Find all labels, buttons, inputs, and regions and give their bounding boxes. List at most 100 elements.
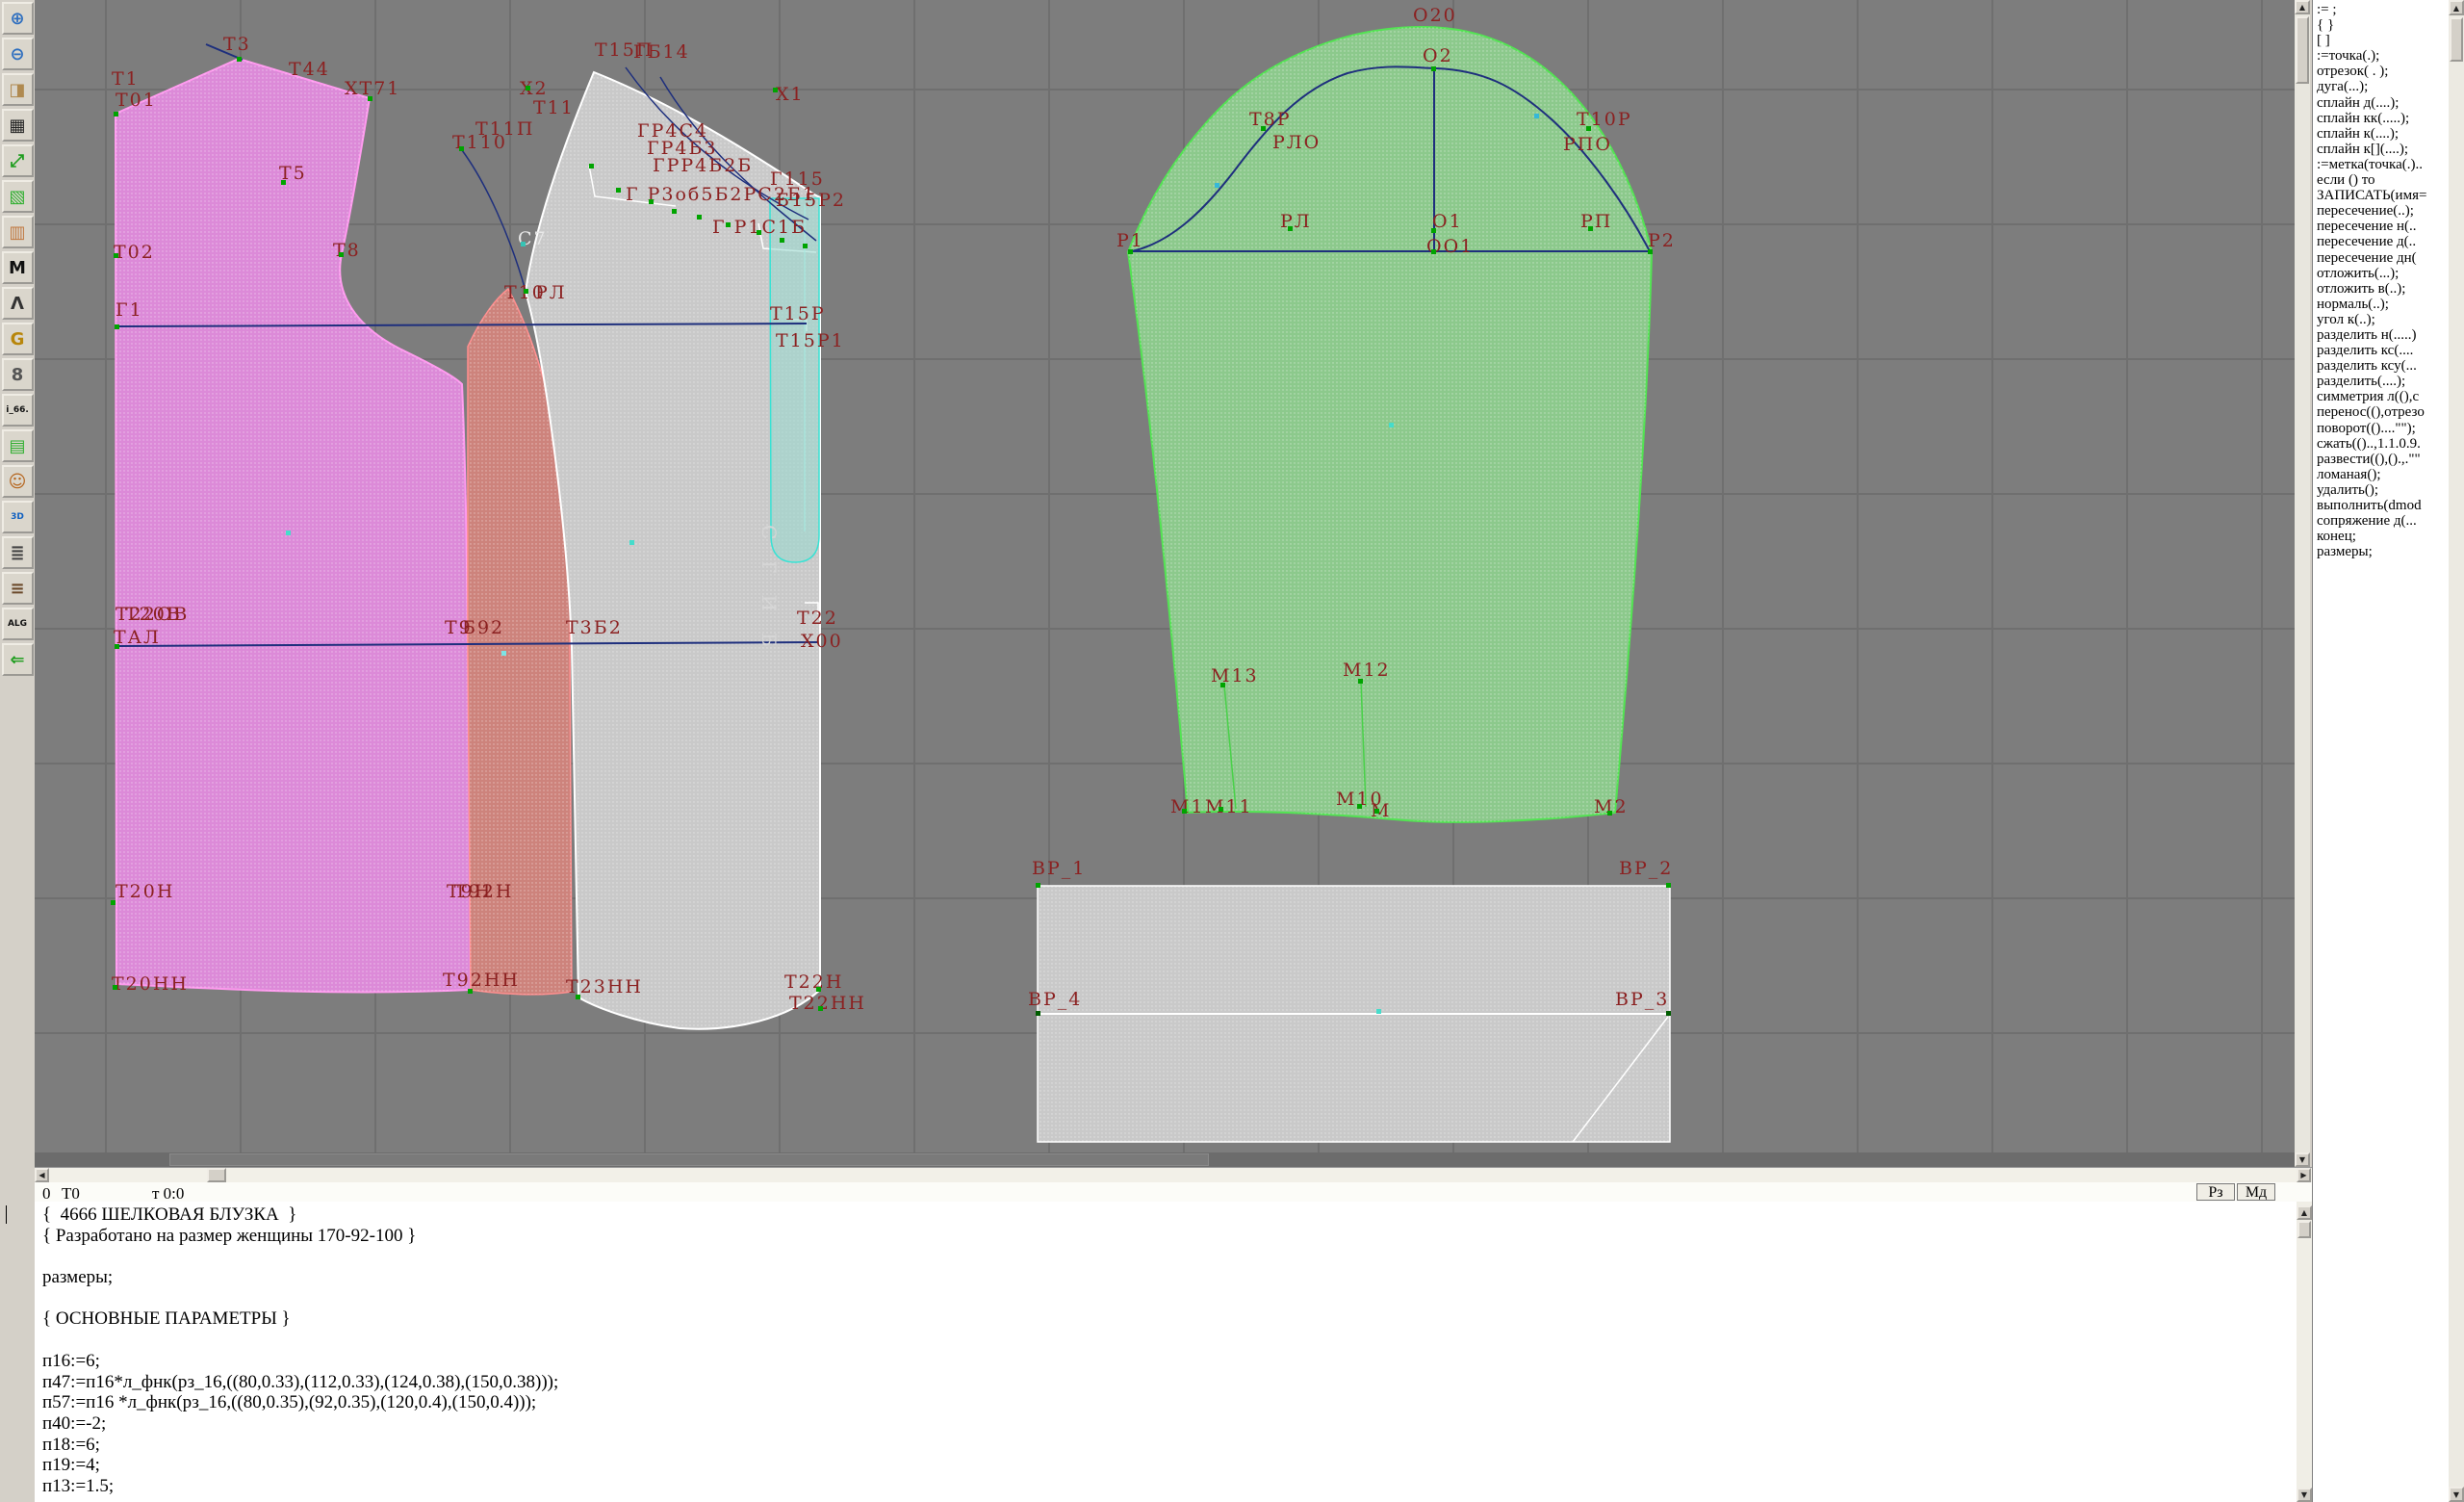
command-item[interactable]: размеры; xyxy=(2317,544,2449,559)
grid-icon[interactable]: ▦ xyxy=(2,109,34,142)
drawing-canvas[interactable]: Т3Т44ХТ71Т1Т01Т5Т02Т8Г1Т22ОВТ20ВТАЛТ9Б92… xyxy=(35,0,2295,1152)
page-preview-icon[interactable]: ▧ xyxy=(2,180,34,213)
command-item[interactable]: отложить(...); xyxy=(2317,266,2449,281)
command-item[interactable]: разделить(....); xyxy=(2317,374,2449,389)
pattern-piece-icon[interactable]: ▥ xyxy=(2,216,34,248)
command-item[interactable]: развести((),().,."" xyxy=(2317,452,2449,467)
command-item[interactable]: выполнить(dmod xyxy=(2317,498,2449,513)
command-item[interactable]: отрезок( . ); xyxy=(2317,64,2449,79)
command-item[interactable]: сплайн кк(.....); xyxy=(2317,111,2449,126)
scroll-thumb[interactable] xyxy=(207,1168,226,1182)
text-doc-icon[interactable]: ≣ xyxy=(2,536,34,569)
editor-line[interactable]: { 4666 ШЕЛКОВАЯ БЛУЗКА } xyxy=(42,1204,2297,1226)
scroll-thumb[interactable] xyxy=(2296,16,2309,84)
point-marker xyxy=(368,96,372,101)
command-item[interactable]: [ ] xyxy=(2317,33,2449,48)
command-item[interactable]: поворот(()....""); xyxy=(2317,421,2449,436)
scroll-right-button[interactable]: ▶ xyxy=(2297,1168,2311,1182)
command-item[interactable]: пересечение н(.. xyxy=(2317,219,2449,234)
3d-icon[interactable]: 3D xyxy=(2,501,34,533)
command-item[interactable]: ЗАПИСАТЬ(имя= xyxy=(2317,188,2449,203)
command-item[interactable]: разделить н(.....) xyxy=(2317,327,2449,343)
editor-line[interactable]: { ОСНОВНЫЕ ПАРАМЕТРЫ } xyxy=(42,1308,2297,1330)
command-item[interactable]: :=точка(.); xyxy=(2317,48,2449,64)
point-marker xyxy=(1219,807,1223,812)
editor-line[interactable]: п57:=п16 *л_фнк(рз_16,((80,0.35),(92,0.3… xyxy=(42,1392,2297,1413)
rz-button[interactable]: Рз xyxy=(2196,1183,2235,1201)
editor-line[interactable] xyxy=(42,1330,2297,1351)
command-item[interactable]: ломаная(); xyxy=(2317,467,2449,482)
command-item[interactable]: разделить ксу(... xyxy=(2317,358,2449,374)
command-item[interactable]: { } xyxy=(2317,17,2449,33)
canvas-vertical-scrollbar[interactable]: ▲ ▼ xyxy=(2295,0,2310,1167)
editor-line[interactable]: { Разработано на размер женщины 170-92-1… xyxy=(42,1226,2297,1247)
toolbar: ⊕⊖◨▦⤢▧▥MΛG8i_66.▤☺3D≣≡ALG⇐ xyxy=(0,0,36,1502)
piece-collar[interactable] xyxy=(770,198,819,562)
command-list[interactable]: := ;{ }[ ]:=точка(.);отрезок( . );дуга(.… xyxy=(2312,0,2449,1502)
zoom-out-icon[interactable]: ⊖ xyxy=(2,38,34,70)
back-arrow-icon[interactable]: ⇐ xyxy=(2,643,34,676)
command-item[interactable]: нормаль(..); xyxy=(2317,297,2449,312)
command-item[interactable]: симметрия л((),с xyxy=(2317,389,2449,404)
command-item[interactable]: := ; xyxy=(2317,2,2449,17)
editor-line[interactable]: п19:=4; xyxy=(42,1455,2297,1476)
command-item[interactable]: перенос((),отрезо xyxy=(2317,404,2449,420)
editor-line[interactable]: п18:=6; xyxy=(42,1435,2297,1456)
command-item[interactable]: угол к(..); xyxy=(2317,312,2449,327)
photo-face-icon[interactable]: ☺ xyxy=(2,465,34,498)
command-item[interactable]: сплайн к[](....); xyxy=(2317,142,2449,157)
command-list-scrollbar[interactable]: ▲ ▼ xyxy=(2449,0,2464,1502)
i66-icon[interactable]: i_66. xyxy=(2,394,34,427)
point-marker xyxy=(339,252,344,257)
program-editor[interactable]: { 4666 ШЕЛКОВАЯ БЛУЗКА }{ Разработано на… xyxy=(35,1202,2297,1502)
ruler-8-icon[interactable]: 8 xyxy=(2,358,34,391)
command-item[interactable]: сжать(()..,1.1.0.9. xyxy=(2317,436,2449,452)
alg-icon[interactable]: ALG xyxy=(2,608,34,640)
command-item[interactable]: дуга(...); xyxy=(2317,79,2449,94)
view-pieces-icon[interactable]: ◨ xyxy=(2,73,34,106)
piece-waistband[interactable] xyxy=(1038,886,1670,1142)
command-item[interactable]: сопряжение д(... xyxy=(2317,513,2449,529)
scroll-thumb[interactable] xyxy=(2297,1221,2311,1238)
md-button[interactable]: Мд xyxy=(2237,1183,2275,1201)
scroll-thumb[interactable] xyxy=(169,1153,1209,1166)
scroll-up-button[interactable]: ▲ xyxy=(2295,0,2310,14)
command-item[interactable]: сплайн д(....); xyxy=(2317,95,2449,111)
letter-g-icon[interactable]: G xyxy=(2,323,34,355)
command-item[interactable]: пересечение(..); xyxy=(2317,203,2449,219)
editor-line[interactable]: размеры; xyxy=(42,1267,2297,1288)
editor-vertical-scrollbar[interactable]: ▲ ▼ xyxy=(2297,1202,2312,1502)
command-item[interactable]: разделить кс(.... xyxy=(2317,343,2449,358)
editor-horizontal-scrollbar[interactable]: ◀ ▶ xyxy=(35,1167,2312,1183)
command-item[interactable]: сплайн к(....); xyxy=(2317,126,2449,142)
scroll-up-button[interactable]: ▲ xyxy=(2297,1205,2312,1220)
scroll-down-button[interactable]: ▼ xyxy=(2449,1487,2464,1502)
compass-icon[interactable]: Λ xyxy=(2,287,34,320)
pattern-cad-app: ⊕⊖◨▦⤢▧▥MΛG8i_66.▤☺3D≣≡ALG⇐ xyxy=(0,0,2464,1502)
canvas-horizontal-scrollbar[interactable] xyxy=(35,1152,2295,1167)
scroll-down-button[interactable]: ▼ xyxy=(2295,1152,2310,1167)
command-item[interactable]: пересечение дн( xyxy=(2317,250,2449,266)
command-item[interactable]: если () то xyxy=(2317,172,2449,188)
letter-m-icon[interactable]: M xyxy=(2,251,34,284)
command-item[interactable]: конец; xyxy=(2317,529,2449,544)
piece-back[interactable] xyxy=(116,59,471,992)
editor-line[interactable] xyxy=(42,1288,2297,1309)
scroll-left-button[interactable]: ◀ xyxy=(35,1168,49,1182)
command-item[interactable]: удалить(); xyxy=(2317,482,2449,498)
zoom-in-icon[interactable]: ⊕ xyxy=(2,2,34,35)
command-item[interactable]: отложить в(..); xyxy=(2317,281,2449,297)
command-item[interactable]: пересечение д(.. xyxy=(2317,234,2449,249)
scroll-down-button[interactable]: ▼ xyxy=(2297,1488,2312,1502)
editor-line[interactable]: п47:=п16*л_фнк(рз_16,((80,0.33),(112,0.3… xyxy=(42,1372,2297,1393)
editor-line[interactable]: п13:=1.5; xyxy=(42,1476,2297,1497)
editor-line[interactable] xyxy=(42,1246,2297,1267)
scroll-thumb[interactable] xyxy=(2450,17,2463,62)
editor-line[interactable]: п40:=-2; xyxy=(42,1413,2297,1435)
editor-line[interactable]: п16:=6; xyxy=(42,1351,2297,1372)
measure-segment-icon[interactable]: ⤢ xyxy=(2,144,34,177)
table-icon[interactable]: ▤ xyxy=(2,429,34,462)
scroll-up-button[interactable]: ▲ xyxy=(2449,0,2464,15)
command-item[interactable]: :=метка(точка(.).. xyxy=(2317,157,2449,172)
books-icon[interactable]: ≡ xyxy=(2,572,34,605)
